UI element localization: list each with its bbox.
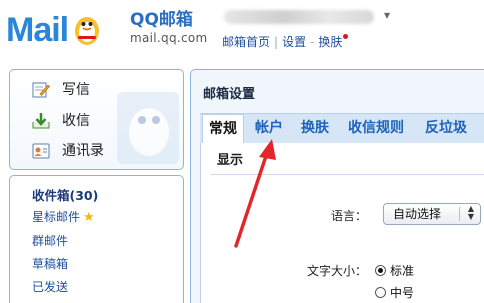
page-title: 邮箱设置 — [203, 87, 256, 102]
tab-receive-rules[interactable]: 收信规则 — [340, 114, 412, 144]
compose-icon — [32, 82, 50, 98]
tab-account[interactable]: 帐户 — [248, 114, 290, 144]
link-separator: | — [274, 35, 279, 49]
penguin-logo-icon — [75, 17, 99, 45]
logo-wordmark: Mail — [6, 11, 69, 49]
fontsize-standard-label: 标准 — [390, 264, 415, 278]
new-dot-icon — [343, 34, 349, 39]
select-updown-icon: ▲ ▼ — [467, 204, 474, 221]
folder-list-panel: 收件箱(30) 星标邮件 ★ 群邮件 草稿箱 已发送 — [9, 175, 184, 303]
penguin-watermark-icon — [117, 92, 179, 164]
language-label: 语言： — [330, 209, 367, 223]
tab-general[interactable]: 常规 — [202, 114, 244, 145]
top-links: 邮箱首页 | 设置 - 换肤 — [222, 33, 349, 50]
brand: QQ邮箱 mail.qq.com — [130, 10, 208, 46]
settings-tabs: 常规 帐户 换肤 收信规则 反垃圾 — [200, 113, 484, 145]
display-section-title: 显示 — [211, 151, 484, 175]
compose-label: 写信 — [62, 82, 90, 98]
top-header: Mail QQ邮箱 mail.qq.com ▾ 邮箱首页 | 设置 - 换肤 — [0, 0, 484, 66]
fontsize-label: 文字大小： — [306, 264, 367, 278]
language-select[interactable]: 自动选择 ▲ ▼ — [383, 203, 481, 225]
account-dropdown-icon[interactable]: ▾ — [384, 8, 390, 22]
quick-actions-panel: 写信 收信 通讯录 — [9, 69, 184, 170]
language-select-value: 自动选择 — [393, 207, 442, 221]
brand-name: QQ邮箱 — [130, 10, 193, 30]
tab-skin[interactable]: 换肤 — [294, 114, 336, 144]
general-settings-content: 显示 语言： 自动选择 ▲ ▼ 文字大小： 标准 中号 — [200, 143, 484, 303]
account-name-redacted[interactable] — [224, 10, 374, 24]
contacts-label: 通讯录 — [62, 143, 104, 159]
folder-starred[interactable]: 星标邮件 ★ — [32, 208, 95, 225]
tab-anti-spam[interactable]: 反垃圾 — [416, 114, 476, 144]
link-separator: - — [310, 35, 315, 49]
brand-url: mail.qq.com — [130, 31, 208, 45]
radio-unchecked-icon — [375, 287, 386, 298]
radio-checked-icon — [375, 265, 386, 276]
inbox-download-icon — [32, 113, 50, 129]
fontsize-medium-label: 中号 — [390, 286, 415, 300]
settings-link[interactable]: 设置 — [282, 35, 306, 49]
fontsize-medium-radio[interactable]: 中号 — [375, 284, 414, 301]
skin-link[interactable]: 换肤 — [318, 35, 342, 49]
mail-home-link[interactable]: 邮箱首页 — [222, 35, 270, 49]
folder-inbox[interactable]: 收件箱(30) — [32, 185, 98, 204]
contacts-icon — [32, 143, 50, 159]
receive-mail-label: 收信 — [62, 113, 90, 129]
qq-mail-logo[interactable]: Mail — [6, 8, 126, 54]
fontsize-standard-radio[interactable]: 标准 — [375, 262, 414, 279]
folder-drafts[interactable]: 草稿箱 — [32, 255, 68, 272]
folder-groups[interactable]: 群邮件 — [32, 232, 68, 249]
folder-starred-label: 星标邮件 — [32, 210, 81, 224]
select-divider — [459, 207, 460, 221]
folder-sent[interactable]: 已发送 — [32, 278, 68, 295]
star-icon: ★ — [83, 210, 95, 225]
settings-main: 邮箱设置 常规 帐户 换肤 收信规则 反垃圾 显示 语言： 自动选择 ▲ ▼ 文字… — [190, 69, 484, 303]
